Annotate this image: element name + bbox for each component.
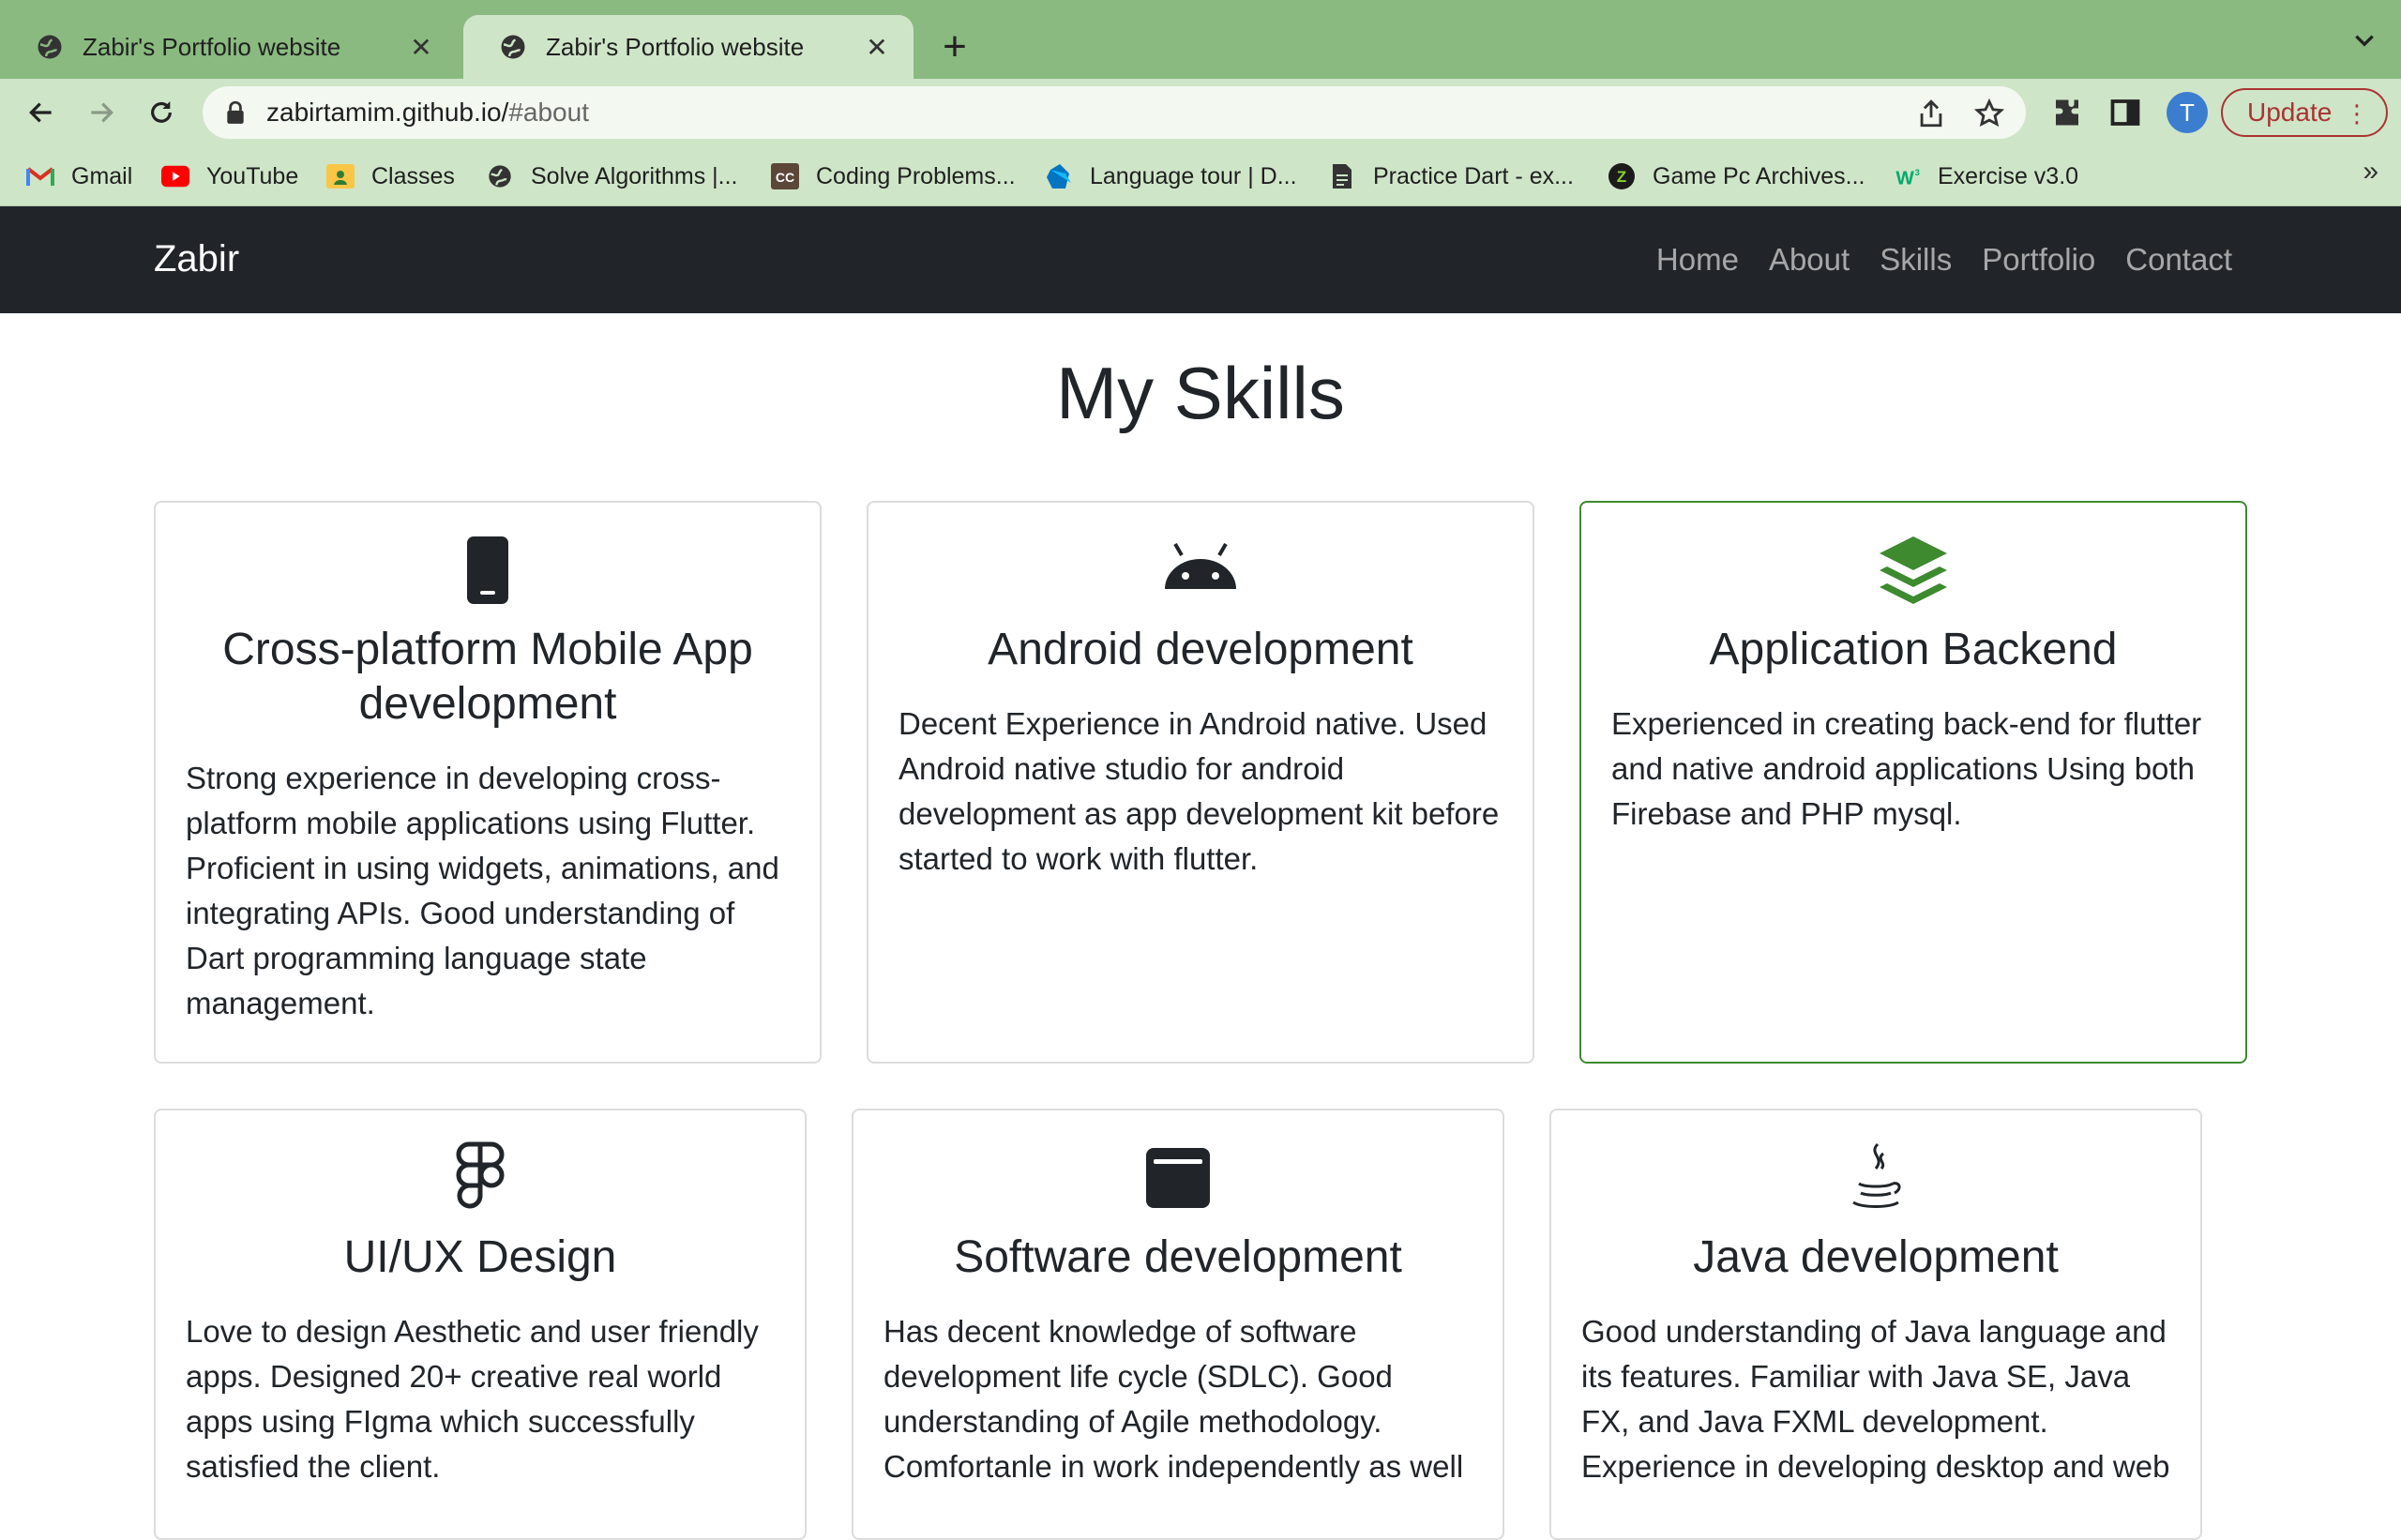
gmail-icon <box>26 162 54 190</box>
skill-card: Software development Has decent knowledg… <box>852 1109 1504 1540</box>
bookmark-label: Exercise v3.0 <box>1938 162 2079 189</box>
skill-title: Android development <box>988 625 1413 674</box>
bookmarks-bar: Gmail YouTube Classes Solve Algorithms |… <box>0 146 2401 206</box>
bookmark-label: Practice Dart - ex... <box>1373 162 1574 189</box>
more-menu-icon[interactable]: ⋮ <box>2345 99 2369 128</box>
tab-title: Zabir's Portfolio website <box>546 32 805 61</box>
skill-title: Cross-platform Mobile App development <box>222 625 753 729</box>
dart-icon <box>1045 162 1073 190</box>
skill-title: Java development <box>1693 1232 2059 1282</box>
skill-card: Java development Good understanding of J… <box>1549 1109 2202 1540</box>
bookmark-gmail[interactable]: Gmail <box>26 158 132 195</box>
bookmark-game-pc-archives[interactable]: Z Game Pc Archives... <box>1608 158 1865 195</box>
bookmark-exercise[interactable]: W3 Exercise v3.0 <box>1893 158 2078 195</box>
skill-card: UI/UX Design Love to design Aesthetic an… <box>154 1109 807 1540</box>
bookmark-label: YouTube <box>206 162 299 189</box>
site-navbar: Zabir Home About Skills Portfolio Contac… <box>0 206 2401 313</box>
bookmark-youtube[interactable]: YouTube <box>161 158 298 195</box>
android-icon <box>1165 542 1236 589</box>
share-icon[interactable] <box>1915 98 1947 129</box>
skill-card: Android development Decent Experience in… <box>867 501 1534 1064</box>
bookmark-label: Classes <box>371 162 455 189</box>
tab-bar: Zabir's Portfolio website ✕ Zabir's Port… <box>0 0 2401 79</box>
bookmark-label: Game Pc Archives... <box>1653 162 1865 189</box>
skill-description: Experienced in creating back-end for flu… <box>1611 706 2202 831</box>
new-tab-icon[interactable]: + <box>934 21 975 73</box>
bookmark-label: Solve Algorithms |... <box>531 162 738 189</box>
skill-description: Has decent knowledge of software develop… <box>883 1314 1464 1484</box>
bookmark-coding-problems[interactable]: CC Coding Problems... <box>771 158 1016 195</box>
skill-description: Decent Experience in Android native. Use… <box>898 706 1500 876</box>
more-bookmarks-icon[interactable]: » <box>2363 156 2378 188</box>
layers-icon <box>1880 536 1947 604</box>
address-bar[interactable]: zabirtamim.github.io/#about <box>203 86 2026 139</box>
youtube-icon <box>161 162 189 190</box>
figma-icon <box>456 1141 505 1209</box>
svg-text:W: W <box>1895 167 1914 189</box>
globe-icon <box>501 35 525 59</box>
url-text: zabirtamim.github.io/#about <box>266 98 589 127</box>
bookmark-practice-dart[interactable]: Practice Dart - ex... <box>1328 158 1574 195</box>
forward-icon[interactable] <box>81 92 122 133</box>
skill-card: Cross-platform Mobile App development St… <box>154 501 822 1064</box>
skill-title: UI/UX Design <box>343 1232 617 1282</box>
nav-link-portfolio[interactable]: Portfolio <box>1982 242 2095 278</box>
nav-link-contact[interactable]: Contact <box>2125 242 2232 278</box>
nav-links: Home About Skills Portfolio Contact <box>1656 242 2232 278</box>
lock-icon[interactable] <box>225 100 246 125</box>
update-label: Update <box>2247 98 2333 127</box>
bookmark-classes[interactable]: Classes <box>326 158 455 195</box>
side-panel-icon[interactable] <box>2108 96 2142 129</box>
window-icon <box>1146 1148 1210 1208</box>
bookmark-solve-algorithms[interactable]: Solve Algorithms |... <box>486 158 737 195</box>
skill-description: Good understanding of Java language and … <box>1581 1314 2170 1484</box>
game-icon: Z <box>1608 162 1636 190</box>
globe-icon <box>486 162 514 190</box>
nav-link-about[interactable]: About <box>1769 242 1850 278</box>
browser-toolbar: zabirtamim.github.io/#about T Update ⋮ <box>0 79 2401 146</box>
browser-tab-2[interactable]: Zabir's Portfolio website ✕ <box>463 15 914 79</box>
classroom-icon <box>326 162 355 190</box>
bookmark-label: Language tour | D... <box>1090 162 1297 189</box>
site-brand[interactable]: Zabir <box>154 238 239 280</box>
phone-icon <box>467 536 508 604</box>
extensions-icon[interactable] <box>2050 96 2084 129</box>
skill-description: Strong experience in developing cross-pl… <box>186 761 779 1020</box>
close-tab-icon[interactable]: ✕ <box>863 32 891 63</box>
java-icon <box>1852 1142 1901 1208</box>
skill-title: Application Backend <box>1709 625 2118 674</box>
globe-icon <box>38 35 62 59</box>
codechef-icon: CC <box>771 162 799 190</box>
svg-text:3: 3 <box>1915 168 1920 177</box>
back-icon[interactable] <box>21 92 62 133</box>
chevron-down-icon[interactable] <box>2352 28 2377 53</box>
w3schools-icon: W3 <box>1893 162 1921 190</box>
nav-link-home[interactable]: Home <box>1656 242 1739 278</box>
close-tab-icon[interactable]: ✕ <box>407 32 435 63</box>
bookmark-star-icon[interactable] <box>1973 98 2005 129</box>
tab-title: Zabir's Portfolio website <box>83 32 341 61</box>
nav-link-skills[interactable]: Skills <box>1880 242 1952 278</box>
reload-icon[interactable] <box>141 92 182 133</box>
document-icon <box>1328 162 1356 190</box>
profile-avatar[interactable]: T <box>2167 92 2208 133</box>
svg-text:CC: CC <box>776 170 794 185</box>
skill-description: Love to design Aesthetic and user friend… <box>186 1314 759 1484</box>
skill-title: Software development <box>954 1232 1402 1282</box>
svg-text:Z: Z <box>1617 168 1626 186</box>
skill-card-highlighted: Application Backend Experienced in creat… <box>1579 501 2247 1064</box>
browser-tab-1[interactable]: Zabir's Portfolio website ✕ <box>0 15 458 79</box>
bookmark-label: Coding Problems... <box>816 162 1016 189</box>
page-title: My Skills <box>1056 352 1345 434</box>
bookmark-language-tour[interactable]: Language tour | D... <box>1045 158 1297 195</box>
bookmark-label: Gmail <box>71 162 133 189</box>
update-button[interactable]: Update ⋮ <box>2221 88 2388 137</box>
